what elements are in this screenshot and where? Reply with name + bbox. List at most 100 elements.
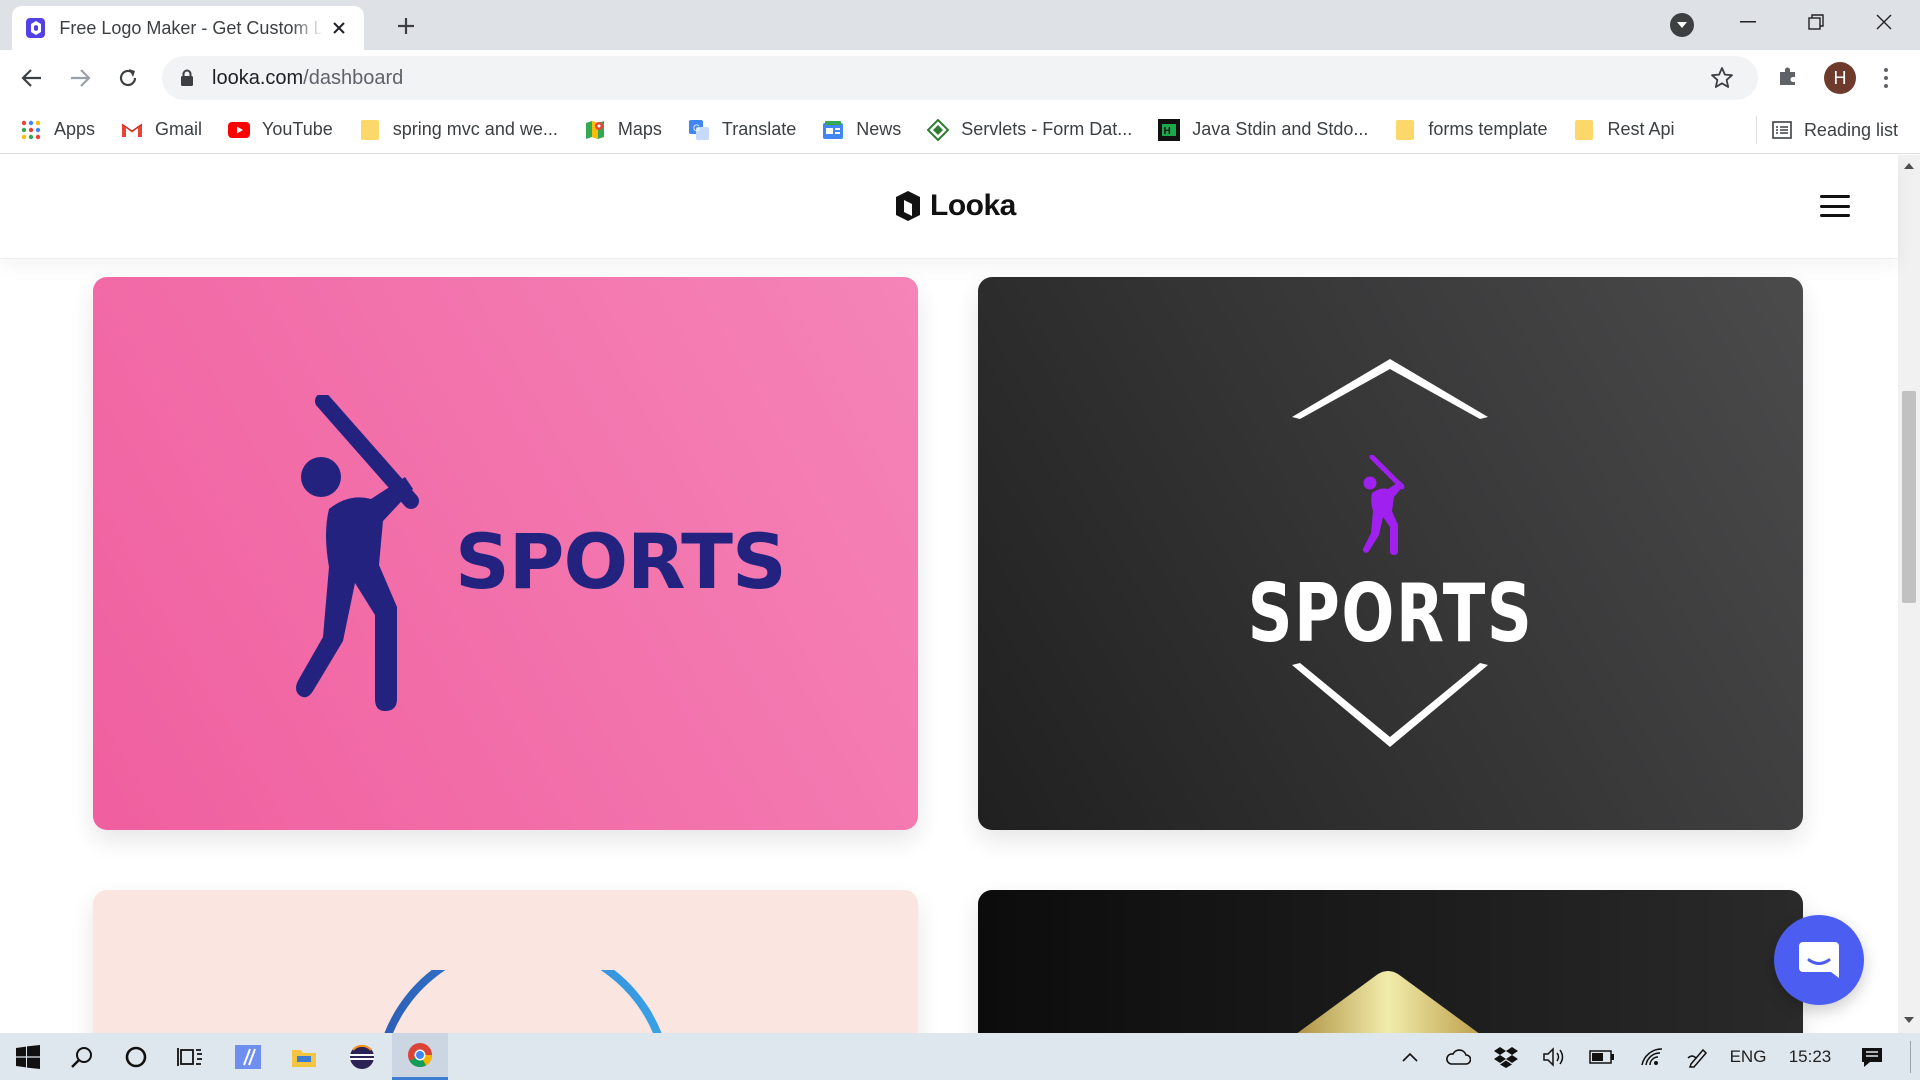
bookmark-label: News xyxy=(856,119,902,139)
address-bar[interactable]: looka.com/dashboard xyxy=(162,56,1758,100)
bookmark-star-icon[interactable] xyxy=(1710,66,1734,95)
clock[interactable]: 15:23 xyxy=(1782,1033,1838,1080)
brand-name: Looka xyxy=(930,189,1016,222)
bookmark-spring-mvc[interactable]: spring mvc and we... xyxy=(359,119,558,141)
close-tab-icon[interactable] xyxy=(329,17,350,39)
new-tab-button[interactable] xyxy=(392,12,420,40)
language-indicator[interactable]: ENG xyxy=(1728,1033,1768,1080)
onedrive-icon[interactable] xyxy=(1442,1033,1474,1080)
reading-list-label: Reading list xyxy=(1803,119,1898,140)
bookmark-label: Maps xyxy=(617,119,662,139)
reading-list-button[interactable]: Reading list xyxy=(1772,106,1898,154)
bookmarks-bar: Apps Gmail YouTube spring mvc and we... … xyxy=(0,106,1920,154)
close-window-button[interactable] xyxy=(1856,6,1912,38)
action-center-icon[interactable] xyxy=(1852,1033,1892,1080)
news-icon xyxy=(822,119,844,141)
chat-launcher-button[interactable] xyxy=(1774,915,1864,1005)
vscode-app-icon[interactable] xyxy=(220,1033,276,1080)
hamburger-menu-icon[interactable] xyxy=(1820,195,1850,217)
chrome-app-icon[interactable] xyxy=(392,1033,448,1080)
youtube-icon xyxy=(228,119,251,141)
show-desktop-divider[interactable] xyxy=(1910,1041,1911,1073)
reload-button[interactable] xyxy=(114,64,142,92)
file-explorer-icon[interactable] xyxy=(276,1033,332,1080)
apps-grid-icon xyxy=(20,119,42,141)
bookmark-servlets[interactable]: Servlets - Form Dat... xyxy=(927,118,1133,141)
looka-logo[interactable]: Looka xyxy=(894,189,1016,223)
logo-card-dark[interactable]: SPORTS xyxy=(978,277,1803,830)
logo-card-black-gold[interactable] xyxy=(978,890,1803,1033)
dropbox-icon[interactable] xyxy=(1490,1033,1522,1080)
bookmark-label: Java Stdin and Stdo... xyxy=(1192,119,1369,139)
url-domain: looka.com xyxy=(212,66,304,89)
eclipse-app-icon[interactable] xyxy=(334,1033,390,1080)
scroll-up-arrow-icon[interactable] xyxy=(1904,163,1914,169)
tab-strip: Free Logo Maker - Get Custom Logo Design… xyxy=(0,0,1920,50)
bookmark-rest-api[interactable]: Rest Api xyxy=(1573,119,1675,141)
page-viewport: Looka SPORTS SPORTS xyxy=(0,155,1920,1033)
scrollbar-thumb[interactable] xyxy=(1902,391,1916,603)
bookmark-translate[interactable]: G Translate xyxy=(688,119,796,141)
maps-icon xyxy=(584,119,606,141)
bookmark-label: Apps xyxy=(54,119,96,139)
browser-toolbar: looka.com/dashboard H xyxy=(0,50,1920,106)
search-icon[interactable] xyxy=(54,1033,110,1080)
bookmark-maps[interactable]: Maps xyxy=(584,119,662,141)
site-header: Looka xyxy=(0,155,1898,259)
bookmark-gmail[interactable]: Gmail xyxy=(121,119,202,141)
bookmark-forms-template[interactable]: forms template xyxy=(1394,119,1547,141)
hackerrank-icon: H xyxy=(1158,118,1181,141)
volume-icon[interactable] xyxy=(1538,1033,1570,1080)
bookmark-label: spring mvc and we... xyxy=(392,119,558,139)
logo-card-peach[interactable] xyxy=(93,890,918,1033)
svg-text:G: G xyxy=(693,123,700,133)
folder-icon xyxy=(359,119,381,141)
logo-card-pink[interactable]: SPORTS xyxy=(93,277,918,830)
cortana-icon[interactable] xyxy=(108,1033,164,1080)
baseball-batter-icon xyxy=(296,395,419,711)
logo-text: SPORTS xyxy=(455,517,787,606)
restore-window-button[interactable] xyxy=(1788,6,1844,38)
bookmarks-divider xyxy=(1756,116,1757,144)
wifi-icon[interactable] xyxy=(1636,1033,1668,1080)
bookmark-youtube[interactable]: YouTube xyxy=(228,119,333,141)
page-scrollbar[interactable] xyxy=(1898,155,1920,1033)
pen-workspace-icon[interactable] xyxy=(1682,1033,1714,1080)
looka-brand-icon xyxy=(896,191,920,221)
scroll-down-arrow-icon[interactable] xyxy=(1904,1017,1914,1023)
folder-icon xyxy=(1394,119,1416,141)
bookmark-label: Rest Api xyxy=(1607,119,1675,139)
task-view-icon[interactable] xyxy=(162,1033,218,1080)
windows-start-icon[interactable] xyxy=(0,1033,56,1080)
chat-icon xyxy=(1799,942,1839,978)
bookmark-apps[interactable]: Apps xyxy=(20,119,95,141)
bookmark-label: Translate xyxy=(721,119,797,139)
browser-menu-icon[interactable] xyxy=(1876,64,1896,92)
show-hidden-icons-chevron-icon[interactable] xyxy=(1396,1033,1424,1080)
looka-icon xyxy=(26,18,46,38)
gmail-icon xyxy=(121,119,143,141)
reading-list-icon xyxy=(1772,121,1792,139)
bookmark-label: YouTube xyxy=(262,119,333,139)
profile-avatar[interactable]: H xyxy=(1824,62,1856,94)
lock-icon[interactable] xyxy=(180,69,194,87)
chevron-up-icon xyxy=(1292,359,1488,419)
browser-tab-active[interactable]: Free Logo Maker - Get Custom Logo Design… xyxy=(12,6,364,50)
minimize-window-button[interactable] xyxy=(1720,6,1776,38)
bookmark-java-stdin[interactable]: H Java Stdin and Stdo... xyxy=(1158,118,1369,141)
bookmark-label: Servlets - Form Dat... xyxy=(961,119,1133,139)
logo-text: SPORTS xyxy=(1247,567,1534,660)
back-button[interactable] xyxy=(18,64,46,92)
folder-icon xyxy=(1573,119,1595,141)
windows-taskbar: ENG 15:23 xyxy=(0,1033,1920,1080)
tab-search-button[interactable] xyxy=(1670,13,1694,37)
baseball-batter-icon xyxy=(1363,455,1405,555)
extensions-puzzle-icon[interactable] xyxy=(1776,64,1800,93)
bookmark-news[interactable]: News xyxy=(822,119,901,141)
url-text: looka.com/dashboard xyxy=(212,67,403,90)
battery-icon[interactable] xyxy=(1586,1033,1618,1080)
bookmark-label: forms template xyxy=(1428,119,1548,139)
forward-button[interactable] xyxy=(66,64,94,92)
translate-icon: G xyxy=(688,119,710,141)
gold-diamond-icon xyxy=(1297,971,1479,1033)
